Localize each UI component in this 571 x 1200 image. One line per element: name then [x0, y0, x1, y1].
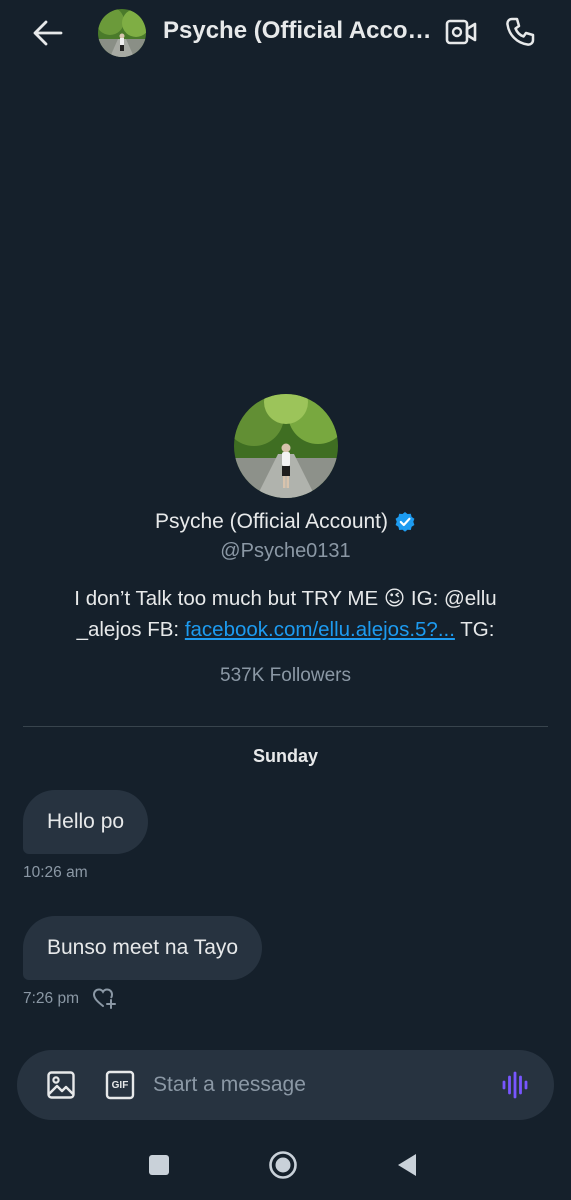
voice-wave-icon [502, 1071, 528, 1099]
gif-label: GIF [111, 1079, 129, 1091]
back-button[interactable] [28, 14, 68, 52]
square-icon [149, 1155, 169, 1175]
day-separator: Sunday [252, 746, 318, 766]
heart-plus-icon [92, 988, 116, 1009]
message-input[interactable] [153, 1068, 483, 1102]
profile-name-row: Psyche (Official Account) [0, 510, 571, 534]
home-button[interactable] [268, 1150, 298, 1180]
message-timestamp: 10:26 am [23, 864, 88, 881]
profile-summary: Psyche (Official Account) @Psyche0131 I … [0, 394, 571, 687]
message-composer: GIF [17, 1050, 554, 1120]
avatar-photo-icon [98, 9, 146, 57]
add-image-button[interactable] [45, 1069, 77, 1101]
top-bar: Psyche (Official Account) [0, 0, 571, 66]
avatar-photo-icon [233, 394, 338, 498]
divider [23, 726, 548, 727]
profile-bio: I don’t Talk too much but TRY ME 😉 IG: @… [46, 583, 526, 645]
profile-handle: @Psyche0131 [220, 540, 351, 562]
chat-title[interactable]: Psyche (Official Account) [163, 17, 433, 45]
image-icon [47, 1071, 75, 1099]
bio-link[interactable]: facebook.com/ellu.alejos.5?... [185, 618, 455, 641]
message-timestamp: 7:26 pm [23, 990, 80, 1007]
verified-badge-icon [395, 512, 415, 532]
profile-name: Psyche (Official Account) [154, 510, 389, 533]
phone-icon [506, 17, 535, 46]
add-gif-button[interactable]: GIF [105, 1070, 135, 1100]
add-reaction-button[interactable] [92, 986, 118, 1010]
message-bubble[interactable]: Bunso meet na Tayo [23, 916, 263, 980]
profile-avatar[interactable] [233, 394, 338, 498]
bio-suffix: TG: [454, 618, 495, 641]
header-avatar[interactable] [98, 9, 146, 57]
voice-call-button[interactable] [500, 12, 540, 52]
triangle-back-icon [398, 1154, 416, 1176]
followers-count: 537K Followers [220, 665, 351, 686]
voice-message-button[interactable] [499, 1069, 531, 1101]
recent-apps-button[interactable] [146, 1152, 172, 1178]
circle-home-icon [269, 1151, 297, 1179]
system-nav-bar [0, 1130, 571, 1200]
system-back-button[interactable] [394, 1151, 420, 1179]
arrow-left-icon [33, 20, 63, 46]
message-bubble[interactable]: Hello po [23, 790, 149, 854]
video-call-icon [445, 19, 477, 45]
video-call-button[interactable] [440, 12, 482, 52]
